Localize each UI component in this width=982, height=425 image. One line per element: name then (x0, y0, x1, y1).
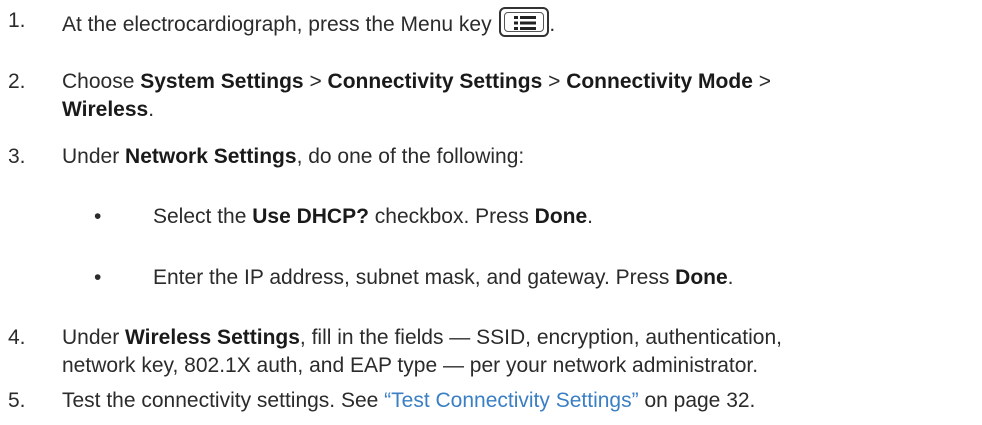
instruction-page: 1. At the electrocardiograph, press the … (0, 0, 982, 425)
bullet-marker: • (94, 205, 102, 228)
step-number: 4. (8, 326, 26, 349)
test-connectivity-settings-link[interactable]: “Test Connectivity Settings” (384, 389, 638, 412)
step-text: Choose System Settings > Connectivity Se… (62, 70, 771, 121)
bullet-marker: • (94, 266, 102, 289)
step-number: 2. (8, 70, 26, 93)
bullet-text: Enter the IP address, subnet mask, and g… (153, 266, 734, 289)
step-number: 5. (8, 389, 26, 412)
bullet-text: Select the Use DHCP? checkbox. Press Don… (153, 205, 594, 228)
menu-path-wireless: Wireless (62, 98, 149, 121)
step-text: Under Wireless Settings, fill in the fie… (62, 326, 782, 377)
use-dhcp-label: Use DHCP? (252, 205, 369, 228)
menu-key-icon (499, 7, 550, 37)
menu-path-connectivity-settings: Connectivity Settings (327, 70, 543, 93)
step-text: Under Network Settings, do one of the fo… (62, 145, 525, 168)
done-label: Done (675, 266, 728, 289)
step-text: At the electrocardiograph, press the Men… (62, 7, 972, 39)
menu-path-system-settings: System Settings (140, 70, 304, 93)
wireless-settings-label: Wireless Settings (125, 326, 300, 349)
network-settings-label: Network Settings (125, 145, 297, 168)
menu-path-connectivity-mode: Connectivity Mode (566, 70, 753, 93)
step-number: 1. (8, 9, 26, 32)
done-label: Done (534, 205, 588, 228)
step-text: Test the connectivity settings. See “Tes… (62, 389, 756, 412)
step-number: 3. (8, 145, 26, 168)
